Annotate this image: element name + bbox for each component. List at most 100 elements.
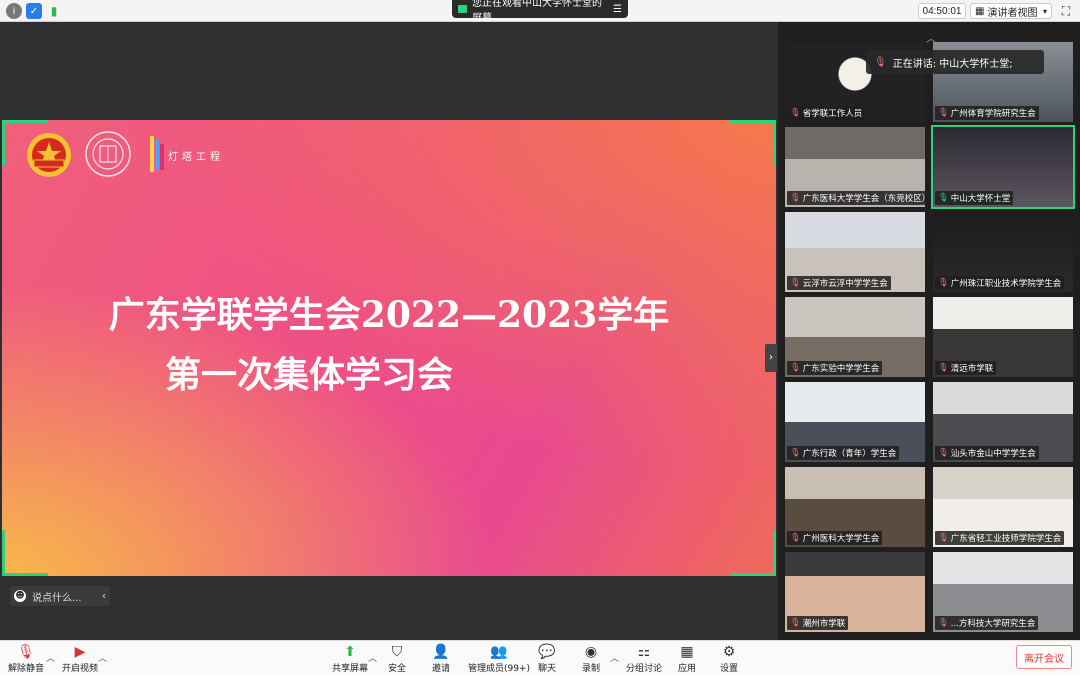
participant-tile[interactable]: 🎙 清远市学联 [933,297,1073,377]
info-icon[interactable]: i [6,3,22,19]
microphone-icon: 🎙 [790,618,801,628]
unmute-label: 解除静音 [8,664,45,674]
microphone-icon: 🎙 [790,108,801,118]
frame-corner [730,530,776,576]
participant-tile[interactable]: 🎙 广东实验中学学生会 [785,297,925,377]
participant-tile[interactable]: 🎙 汕头市金山中学学生会 [933,382,1073,462]
microphone-icon: 🎙 [790,193,801,203]
participant-tile[interactable]: 🎙 广东医科大学学生会（东莞校区） [785,127,925,207]
manage-members-button[interactable]: 👥 管理成员(99+) [468,643,530,674]
shield-icon: ⛉ [391,644,403,660]
unmute-button[interactable]: 🎙 解除静音 [8,643,44,674]
participant-name: 云浮市云浮中学学生会 [802,279,888,289]
fullscreen-icon[interactable]: ⛶ [1058,3,1074,19]
participant-name: 中山大学怀士堂 [950,194,1011,204]
breakout-label: 分组讨论 [626,664,663,674]
participant-name: 广州体育学院研究生会 [950,109,1036,119]
participant-tile[interactable]: 🎙 云浮市云浮中学学生会 [785,212,925,292]
participant-name: 广州医科大学学生会 [802,534,880,544]
video-label: 开启视频 [62,664,99,674]
breakout-button[interactable]: ⚏ 分组讨论 [626,643,662,674]
chat-icon: 💬 [538,644,556,660]
chat-input[interactable]: ☻ 说点什么... ‹ [10,586,110,606]
participant-tile[interactable]: 🎙 广东行政（青年）学生会 [785,382,925,462]
participant-label: 🎙 广州医科大学学生会 [787,531,883,545]
chevron-left-icon[interactable]: ‹ [102,591,106,602]
participant-label: 🎙 广东实验中学学生会 [787,361,883,375]
slide-subtitle: 第一次集体学习会 [164,354,453,396]
muted-microphone-icon: 🎙 [17,644,35,660]
participant-tile[interactable]: 🎙 潮州市学联 [785,552,925,632]
settings-label: 设置 [720,664,739,674]
security-label: 安全 [388,664,407,674]
settings-button[interactable]: ⚙ 设置 [720,643,738,674]
bottom-toolbar: 🎙 解除静音 ︿ ▶ 开启视频 ︿ ⬆ 共享屏幕 ︿ ⛉ 安全 👤 邀请 👥 管… [0,640,1080,675]
participant-name: 汕头市金山中学学生会 [950,449,1036,459]
start-video-button[interactable]: ▶ 开启视频 [62,643,98,674]
signal-icon[interactable]: ▮ [46,3,62,19]
members-label: 管理成员(99+) [468,664,531,674]
chat-button[interactable]: 💬 聊天 [538,643,556,674]
participant-label: 🎙 云浮市云浮中学学生会 [787,276,891,290]
chat-label: 聊天 [538,664,557,674]
view-mode-button[interactable]: ▦ 演讲者视图 ▾ [970,3,1052,19]
record-label: 录制 [582,664,601,674]
student-union-logo [85,131,131,177]
youth-league-logo [27,133,71,177]
microphone-icon: 🎙 [874,56,887,68]
chevron-up-icon[interactable]: ︿ [610,651,619,664]
share-banner[interactable]: 您正在观看中山大学怀士堂的屏幕 ☰ [452,0,628,24]
chevron-up-icon[interactable]: ︿ [368,651,377,664]
microphone-icon: 🎙 [938,533,949,543]
top-bar: i ✓ ▮ 您正在观看中山大学怀士堂的屏幕 ☰ 04:50:01 ▦ 演讲者视图… [0,0,1080,24]
leave-meeting-button[interactable]: 离开会议 [1016,645,1072,669]
participant-label: 🎙 广东行政（青年）学生会 [787,446,900,460]
microphone-icon: 🎙 [938,108,949,118]
microphone-icon: 🎙 [938,193,949,203]
collapse-panel-button[interactable]: › [765,344,777,372]
participant-tile[interactable]: 🎙 中山大学怀士堂 [931,125,1075,209]
participant-name: 广州珠江职业技术学院学生会 [950,279,1062,289]
shared-screen-area: 灯塔工程 广东学联学生会2022—2023学年 第一次集体学习会 ☻ 说点什么.… [0,22,778,640]
share-label: 共享屏幕 [332,664,369,674]
participant-label: 🎙 ...方科技大学研究生会 [935,616,1039,630]
security-button[interactable]: ⛉ 安全 [388,643,406,674]
logo-text: 灯塔工程 [168,152,224,163]
record-icon: ◉ [584,644,598,660]
apps-button[interactable]: ▦ 应用 [678,643,696,674]
participant-tile[interactable]: 🎙 ...方科技大学研究生会 [933,552,1073,632]
share-banner-text: 您正在观看中山大学怀士堂的屏幕 [472,0,603,24]
members-icon: 👥 [490,644,508,660]
chat-placeholder: 说点什么... [32,592,82,604]
participant-name: 广东行政（青年）学生会 [802,449,897,459]
participant-name: 清远市学联 [950,364,994,374]
record-button[interactable]: ◉ 录制 [582,643,600,674]
share-screen-button[interactable]: ⬆ 共享屏幕 [332,643,368,674]
breakout-icon: ⚏ [637,644,651,660]
microphone-icon: 🎙 [938,278,949,288]
microphone-icon: 🎙 [938,363,949,373]
emoji-icon[interactable]: ☻ [14,590,26,602]
microphone-icon: 🎙 [790,533,801,543]
invite-button[interactable]: 👤 邀请 [432,643,450,674]
shield-icon[interactable]: ✓ [26,3,42,19]
camera-icon [458,5,468,13]
chevron-down-icon: ▾ [1042,6,1047,16]
participant-tile[interactable]: 🎙 广州珠江职业技术学院学生会 [933,212,1073,292]
participant-tile[interactable]: 🎙 广州医科大学学生会 [785,467,925,547]
participant-name: ...方科技大学研究生会 [950,619,1036,629]
participant-label: 🎙 广东医科大学学生会（东莞校区） [787,191,925,205]
participant-tile[interactable]: 🎙 广东省轻工业技师学院学生会 [933,467,1073,547]
participant-label: 🎙 省学联工作人员 [787,106,866,120]
frame-corner [730,120,776,166]
participant-label: 🎙 中山大学怀士堂 [935,191,1014,205]
chevron-up-icon[interactable]: ︿ [46,651,55,664]
share-screen-icon: ⬆ [344,644,356,660]
participant-name: 省学联工作人员 [802,109,863,119]
chevron-up-icon[interactable]: ︿ [98,651,107,664]
add-user-icon: 👤 [432,644,450,660]
slide-title: 广东学联学生会2022—2023学年 [108,294,670,336]
participant-name: 广东省轻工业技师学院学生会 [950,534,1062,544]
participant-name: 广东实验中学学生会 [802,364,880,374]
microphone-icon: 🎙 [790,278,801,288]
